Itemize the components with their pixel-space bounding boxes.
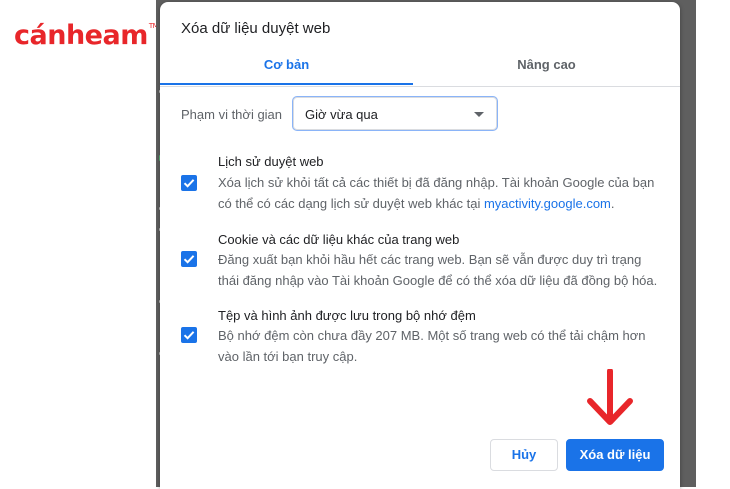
option-description-line: Đăng xuất bạn khỏi hầu hết các trang web… xyxy=(218,252,642,267)
option-description-line: vào lần tới bạn truy cập. xyxy=(218,349,358,364)
option-description-line: có thể có các dạng lịch sử duyệt web khá… xyxy=(218,193,663,214)
check-icon xyxy=(183,179,195,188)
check-icon xyxy=(183,331,195,340)
option-description-line: Bộ nhớ đệm còn chưa đầy 207 MB. Một số t… xyxy=(218,328,646,343)
clear-browsing-data-dialog: Xóa dữ liệu duyệt web Cơ bản Nâng cao Ph… xyxy=(160,2,680,489)
tab-advanced-label: Nâng cao xyxy=(517,57,576,72)
option-description: Xóa lịch sử khỏi tất cả các thiết bị đã … xyxy=(218,172,663,214)
cached-files-checkbox[interactable] xyxy=(181,327,197,343)
browsing-history-checkbox[interactable] xyxy=(181,175,197,191)
option-description-text: có thể có các dạng lịch sử duyệt web khá… xyxy=(218,196,484,211)
brand-logo: cánheamTM xyxy=(14,20,159,51)
tab-basic[interactable]: Cơ bản xyxy=(160,50,413,84)
option-description: Đăng xuất bạn khỏi hầu hết các trang web… xyxy=(218,249,663,291)
time-range-select[interactable]: Giờ vừa qua xyxy=(293,97,497,130)
option-description: Bộ nhớ đệm còn chưa đầy 207 MB. Một số t… xyxy=(218,325,663,367)
red-arrow-down-icon xyxy=(587,369,633,425)
cookies-checkbox[interactable] xyxy=(181,251,197,267)
tab-bar: Cơ bản Nâng cao xyxy=(160,50,680,87)
dialog-title: Xóa dữ liệu duyệt web xyxy=(181,20,331,37)
check-icon xyxy=(183,255,195,264)
dropdown-caret-icon xyxy=(474,112,484,117)
myactivity-link[interactable]: myactivity.google.com xyxy=(484,196,611,211)
option-title: Cookie và các dữ liệu khác của trang web xyxy=(218,232,460,247)
clear-data-button[interactable]: Xóa dữ liệu xyxy=(566,439,664,471)
tab-basic-label: Cơ bản xyxy=(263,57,310,72)
time-range-value: Giờ vừa qua xyxy=(305,107,378,122)
option-description-line: thái đăng nhập vào Tài khoản Google để c… xyxy=(218,273,658,288)
brand-logo-text: cánheam xyxy=(14,20,148,51)
option-description-text: . xyxy=(610,196,615,211)
tab-advanced[interactable]: Nâng cao xyxy=(420,50,673,84)
option-description-line: Xóa lịch sử khỏi tất cả các thiết bị đã … xyxy=(218,175,655,190)
option-title: Lịch sử duyệt web xyxy=(218,154,324,169)
time-range-label: Phạm vi thời gian xyxy=(181,107,283,122)
active-tab-indicator xyxy=(160,83,413,85)
cancel-button[interactable]: Hủy xyxy=(490,439,558,471)
option-title: Tệp và hình ảnh được lưu trong bộ nhớ đệ… xyxy=(218,308,476,323)
